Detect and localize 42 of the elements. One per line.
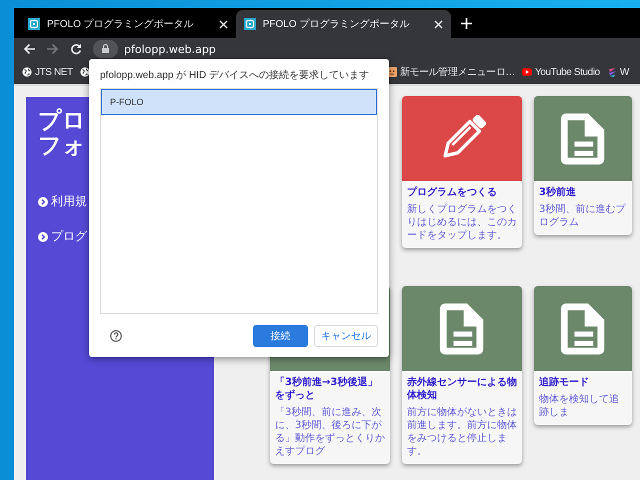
- favicon-icon: [28, 18, 40, 30]
- address-field[interactable]: pfolopp.web.app: [124, 42, 216, 56]
- chevron-circle-icon: [38, 196, 48, 206]
- program-card[interactable]: 3秒前進 3秒間、前に進むプログラム: [534, 96, 632, 235]
- card-title: 3秒前進: [539, 186, 577, 199]
- card-description: 物体を検知して追跡しま: [539, 393, 620, 419]
- bookmark-link[interactable]: W: [606, 66, 629, 78]
- play-icon: [522, 67, 532, 77]
- browser-tab[interactable]: PFOLO プログラミングポータル: [20, 10, 236, 38]
- bookmark-link[interactable]: YouTube Studio: [522, 66, 600, 78]
- card-title: 追跡モード: [539, 376, 590, 389]
- swirl-icon: [606, 67, 617, 77]
- cancel-button[interactable]: キャンセル: [314, 325, 378, 347]
- card-title: 「3秒前進→3秒後退」をずっと: [275, 376, 378, 402]
- card-description: 「3秒間、前に進み、次に、3秒間、後ろに下がる」動作をずっとくりかえすプログ: [275, 406, 385, 458]
- program-card[interactable]: 赤外線センサーによる物体検知 前方に物体がないときは前進します。前方に物体をみつけると停止します。: [402, 286, 522, 464]
- back-arrow-icon[interactable]: [23, 43, 36, 55]
- card-title: プログラムをつくる: [407, 186, 498, 199]
- sidebar-link[interactable]: 利用規: [51, 193, 87, 210]
- close-icon[interactable]: [218, 20, 228, 28]
- globe-icon: [22, 67, 32, 77]
- device-item[interactable]: P-FOLO: [101, 89, 377, 115]
- logo-text: プロ: [38, 109, 87, 134]
- card-description: 3秒間、前に進むプログラム: [539, 203, 627, 229]
- chevron-circle-icon: [38, 232, 48, 242]
- favicon-icon: [244, 18, 256, 30]
- program-card[interactable]: 追跡モード 物体を検知して追跡しま: [534, 286, 632, 425]
- close-icon[interactable]: [434, 20, 444, 28]
- globe-icon[interactable]: [80, 67, 90, 77]
- browser-tab[interactable]: PFOLO プログラミングポータル: [236, 10, 452, 38]
- program-card[interactable]: プログラムをつくる 新しくプログラムをつくりはじめるには、このカードをタップします。: [402, 96, 522, 248]
- reload-icon[interactable]: [70, 43, 82, 55]
- connect-button[interactable]: 接続: [253, 325, 308, 347]
- card-description: 前方に物体がないときは前進します。前方に物体をみつけると停止します。: [407, 406, 517, 458]
- card-title: 赤外線センサーによる物体検知: [407, 376, 517, 402]
- sidebar-link[interactable]: プログ: [51, 228, 87, 245]
- logo-text: フォ: [38, 134, 87, 159]
- bookmark-link[interactable]: JTS NET: [22, 66, 73, 78]
- new-tab-icon[interactable]: [461, 18, 472, 29]
- dialog-title: pfolopp.web.app が HID デバイスへの接続を要求しています: [100, 69, 369, 83]
- help-icon[interactable]: [110, 330, 122, 342]
- card-description: 新しくプログラムをつくりはじめるには、このカードをタップします。: [407, 203, 517, 242]
